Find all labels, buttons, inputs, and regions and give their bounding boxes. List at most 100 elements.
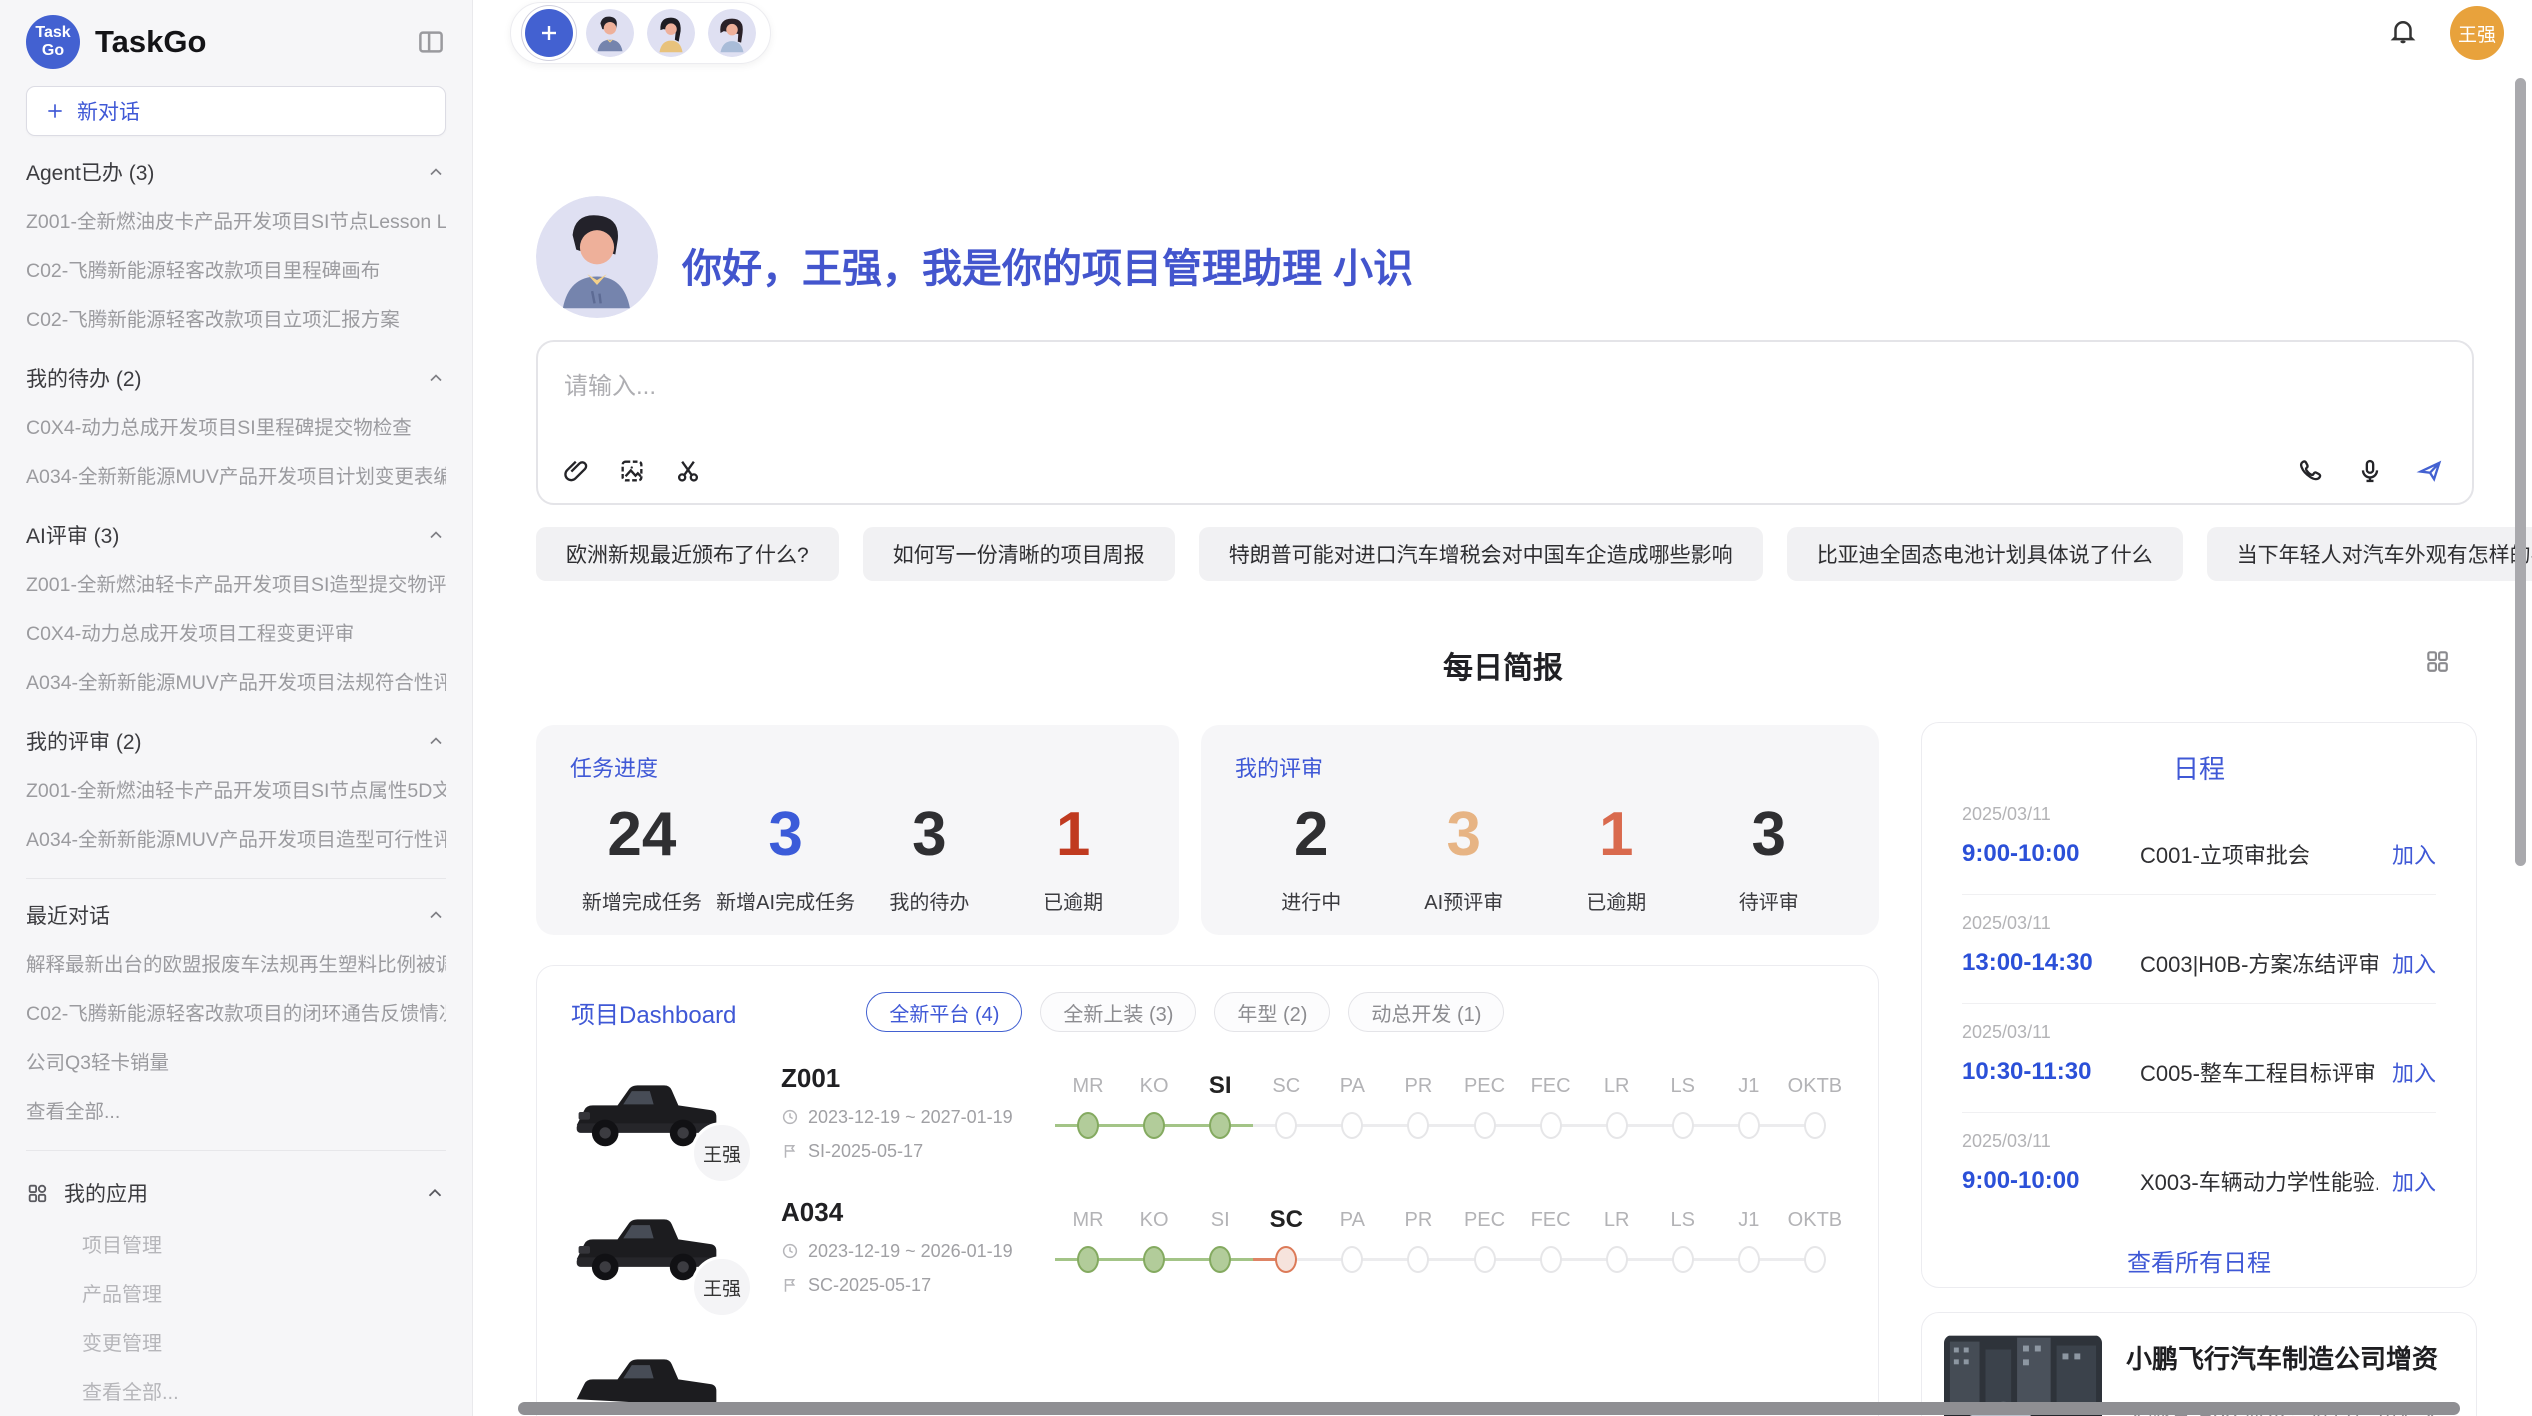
- project-row[interactable]: 王强 Z001 2023-12-19 ~ 2027-01-19 SI-2025-…: [537, 1042, 1878, 1176]
- section-label: 我的评审 (2): [26, 726, 142, 756]
- section-agent-done[interactable]: Agent已办 (3): [26, 157, 446, 187]
- suggestion-chip[interactable]: 比亚迪全固态电池计划具体说了什么: [1787, 527, 2183, 581]
- recent-chat-item[interactable]: 公司Q3轻卡销量: [26, 1036, 446, 1085]
- suggestion-chip[interactable]: 特朗普可能对进口汽车增税会对中国车企造成哪些影响: [1199, 527, 1763, 581]
- send-icon[interactable]: [2416, 457, 2444, 485]
- milestone-label: LS: [1650, 1070, 1716, 1102]
- milestone-timeline: MRKOSISCPAPRPECFECLRLSJ1OKTB: [1055, 1070, 1848, 1146]
- view-all-schedule-link[interactable]: 查看所有日程: [1922, 1243, 2476, 1278]
- milestone-label: FEC: [1518, 1070, 1584, 1102]
- sidebar-item[interactable]: C02-飞腾新能源轻客改款项目立项汇报方案: [26, 293, 446, 342]
- sidebar-item[interactable]: Z001-全新燃油轻卡产品开发项目SI节点属性5D文件评审: [26, 764, 446, 813]
- milestone-label: PEC: [1451, 1070, 1517, 1102]
- milestone-node: [1672, 1246, 1694, 1273]
- horizontal-scrollbar[interactable]: [518, 1402, 2460, 1415]
- sidebar-item[interactable]: A034-全新新能源MUV产品开发项目法规符合性评审: [26, 656, 446, 705]
- join-link[interactable]: 加入: [2392, 1165, 2436, 1197]
- milestone-pr: PR: [1385, 1070, 1451, 1146]
- join-link[interactable]: 加入: [2392, 838, 2436, 870]
- section-ai-review[interactable]: AI评审 (3): [26, 520, 446, 550]
- notifications-bell-icon[interactable]: [2388, 16, 2418, 46]
- plus-icon: [537, 21, 561, 45]
- filter-pill[interactable]: 全新平台 (4): [866, 992, 1022, 1032]
- join-link[interactable]: 加入: [2392, 947, 2436, 979]
- milestone-lr: LR: [1584, 1070, 1650, 1146]
- milestone-node: [1474, 1112, 1496, 1139]
- filter-pill[interactable]: 动总开发 (1): [1348, 992, 1504, 1032]
- recent-chat-item[interactable]: 解释最新出台的欧盟报废车法规再生塑料比例被调至15%...: [26, 938, 446, 987]
- agent-avatar[interactable]: [647, 9, 695, 57]
- dashboard-header: 项目Dashboard 全新平台 (4) 全新上装 (3) 年型 (2) 动总开…: [537, 966, 1878, 1042]
- section-my-todo[interactable]: 我的待办 (2): [26, 363, 446, 393]
- filter-pill[interactable]: 全新上装 (3): [1040, 992, 1196, 1032]
- sidebar-item[interactable]: Z001-全新燃油皮卡产品开发项目SI节点Lesson Learn报告: [26, 195, 446, 244]
- section-my-review[interactable]: 我的评审 (2): [26, 726, 446, 756]
- project-owner-badge: 王强: [691, 1122, 753, 1184]
- suggestion-chips: 欧洲新规最近颁布了什么? 如何写一份清晰的项目周报 特朗普可能对进口汽车增税会对…: [536, 527, 2532, 581]
- milestone-pr: PR: [1385, 1204, 1451, 1280]
- project-info: A034 2023-12-19 ~ 2026-01-19 SC-2025-05-…: [781, 1197, 1029, 1296]
- layout-grid-icon[interactable]: [2424, 648, 2450, 674]
- suggestion-chip[interactable]: 欧洲新规最近颁布了什么?: [536, 527, 839, 581]
- add-session-button[interactable]: [525, 9, 573, 57]
- new-chat-button[interactable]: 新对话: [26, 86, 446, 136]
- milestone-oktb: OKTB: [1782, 1070, 1848, 1146]
- metric-value: 1: [1540, 799, 1693, 870]
- schedule-event-title: C001-立项审批会: [2140, 838, 2378, 870]
- my-apps-label: 我的应用: [64, 1178, 408, 1208]
- my-apps-row[interactable]: 我的应用: [26, 1167, 446, 1219]
- project-milestone-flag: SI-2025-05-17: [781, 1141, 1029, 1162]
- sidebar-item[interactable]: C02-飞腾新能源轻客改款项目里程碑画布: [26, 244, 446, 293]
- schedule-date: 2025/03/11: [1962, 804, 2436, 825]
- view-all-chats-link[interactable]: 查看全部...: [26, 1085, 446, 1134]
- milestone-node: [1407, 1246, 1429, 1273]
- milestone-mr: MR: [1055, 1070, 1121, 1146]
- new-chat-label: 新对话: [77, 96, 140, 126]
- vertical-scrollbar[interactable]: [2515, 78, 2526, 866]
- message-input[interactable]: [564, 366, 2446, 426]
- project-row[interactable]: 王强 A034 2023-12-19 ~ 2026-01-19 SC-2025-…: [537, 1176, 1878, 1310]
- sidebar-item[interactable]: A034-全新新能源MUV产品开发项目造型可行性评审: [26, 813, 446, 862]
- sidebar-item[interactable]: C0X4-动力总成开发项目工程变更评审: [26, 607, 446, 656]
- paperclip-icon[interactable]: [562, 457, 590, 485]
- milestone-node: [1407, 1112, 1429, 1139]
- app-link-change-mgmt[interactable]: 变更管理: [26, 1317, 446, 1366]
- view-all-apps-link[interactable]: 查看全部...: [26, 1366, 446, 1415]
- milestone-node: [1143, 1112, 1165, 1139]
- microphone-icon[interactable]: [2356, 457, 2384, 485]
- app-link-project-mgmt[interactable]: 项目管理: [26, 1219, 446, 1268]
- user-name: 王强: [2458, 20, 2496, 47]
- app-link-product-mgmt[interactable]: 产品管理: [26, 1268, 446, 1317]
- metric-label: 新增完成任务: [570, 886, 714, 915]
- join-link[interactable]: 加入: [2392, 1056, 2436, 1088]
- sidebar-item[interactable]: C0X4-动力总成开发项目SI里程碑提交物检查: [26, 401, 446, 450]
- phone-call-icon[interactable]: [2296, 457, 2324, 485]
- metric-value: 3: [1388, 799, 1541, 870]
- sidebar-item[interactable]: A034-全新新能源MUV产品开发项目计划变更表编写: [26, 450, 446, 499]
- project-dashboard-card: 项目Dashboard 全新平台 (4) 全新上装 (3) 年型 (2) 动总开…: [536, 965, 1879, 1416]
- chevron-up-icon: [424, 1182, 446, 1204]
- sidebar-item[interactable]: Z001-全新燃油轻卡产品开发项目SI造型提交物评审: [26, 558, 446, 607]
- milestone-node: [1077, 1246, 1099, 1273]
- suggestion-chip[interactable]: 如何写一份清晰的项目周报: [863, 527, 1175, 581]
- scissors-icon[interactable]: [674, 457, 702, 485]
- milestone-node: [1606, 1246, 1628, 1273]
- section-recent-chats[interactable]: 最近对话: [26, 900, 446, 930]
- news-card[interactable]: 小鹏飞行汽车制造公司增资 天眼查 App 显示，近日广州汇天飞行汽...: [1921, 1312, 2477, 1416]
- milestone-node: [1341, 1246, 1363, 1273]
- sidebar-collapse-icon[interactable]: [416, 27, 446, 57]
- metric: 1 已逾期: [1001, 799, 1145, 915]
- milestone-timeline: MRKOSISCPAPRPECFECLRLSJ1OKTB: [1055, 1204, 1848, 1280]
- milestone-label: SI: [1187, 1204, 1253, 1236]
- recent-chat-item[interactable]: C02-飞腾新能源轻客改款项目的闭环通告反馈情况: [26, 987, 446, 1036]
- milestone-fec: FEC: [1518, 1204, 1584, 1280]
- suggestion-chip[interactable]: 当下年轻人对汽车外观有怎样的喜好趋势: [2207, 527, 2532, 581]
- project-vehicle-image: 王强: [571, 1196, 723, 1296]
- agent-avatar[interactable]: [586, 9, 634, 57]
- agent-avatar[interactable]: [708, 9, 756, 57]
- user-avatar[interactable]: 王强: [2450, 6, 2504, 60]
- grid-icon: [26, 1182, 48, 1204]
- filter-pill[interactable]: 年型 (2): [1214, 992, 1330, 1032]
- image-icon[interactable]: [618, 457, 646, 485]
- plus-icon: [45, 101, 65, 121]
